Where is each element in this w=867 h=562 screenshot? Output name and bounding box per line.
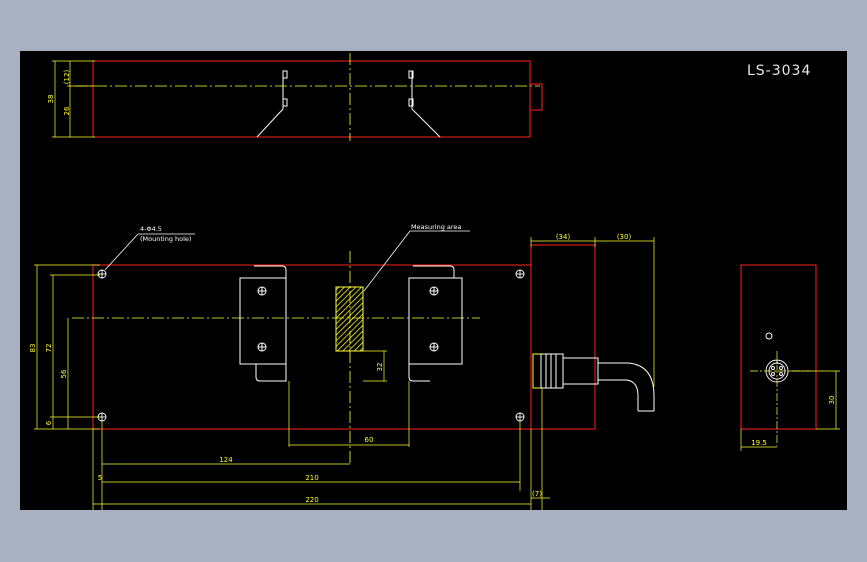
dim-front-5: 5	[98, 474, 102, 482]
dim-side-19-5: 19.5	[751, 439, 767, 447]
connector-plug	[532, 353, 599, 389]
top-view-dimensions	[52, 60, 95, 138]
dim-front-72: 72	[45, 344, 53, 353]
side-view-indicator	[765, 332, 773, 340]
top-view-body	[92, 60, 531, 138]
top-view-connector	[529, 83, 543, 111]
drawing-title: LS-3034	[747, 63, 812, 79]
front-view-body	[92, 264, 532, 430]
dim-front-30: (30)	[617, 233, 632, 241]
drawing-canvas: (12) 38 26 Measuring area 4-Φ4.5 (Mounti…	[20, 51, 847, 510]
measuring-area-leader	[363, 230, 411, 292]
top-view-bracket-left	[256, 70, 288, 138]
top-view-bracket-right	[408, 70, 441, 138]
dim-top-12: (12)	[63, 70, 71, 85]
dim-front-34: (34)	[556, 233, 571, 241]
sensor-bracket-left	[239, 265, 287, 382]
side-view: 30 19.5	[740, 264, 840, 451]
measuring-area	[335, 286, 364, 352]
top-view: (12) 38 26	[47, 53, 543, 141]
mounting-hole-label: 4-Φ4.5	[140, 225, 162, 233]
dim-top-26: 26	[63, 106, 71, 115]
dim-front-83: 83	[29, 344, 37, 353]
dim-front-220: 220	[305, 496, 318, 504]
dim-front-56: 56	[60, 369, 68, 378]
dim-front-32: 32	[376, 363, 384, 372]
mounting-holes	[97, 269, 525, 422]
dim-side-30: 30	[828, 396, 836, 405]
dim-top-38: 38	[47, 95, 55, 104]
sensor-bracket-right	[408, 265, 463, 382]
connector-housing	[530, 244, 596, 430]
measuring-area-label: Measuring area	[411, 223, 461, 231]
cad-drawing: (12) 38 26 Measuring area 4-Φ4.5 (Mounti…	[29, 53, 840, 510]
dim-front-124: 124	[219, 456, 233, 464]
dim-front-7: (7)	[532, 490, 542, 498]
front-view-dimensions	[34, 237, 655, 510]
side-view-body	[740, 264, 817, 430]
dim-front-210: 210	[305, 474, 318, 482]
dim-front-6: 6	[45, 420, 53, 425]
cable	[598, 362, 655, 411]
dim-front-60: 60	[365, 436, 374, 444]
mounting-hole-sublabel: (Mounting hole)	[140, 235, 191, 243]
front-view: Measuring area 4-Φ4.5 (Mounting hole) 83…	[29, 223, 655, 510]
